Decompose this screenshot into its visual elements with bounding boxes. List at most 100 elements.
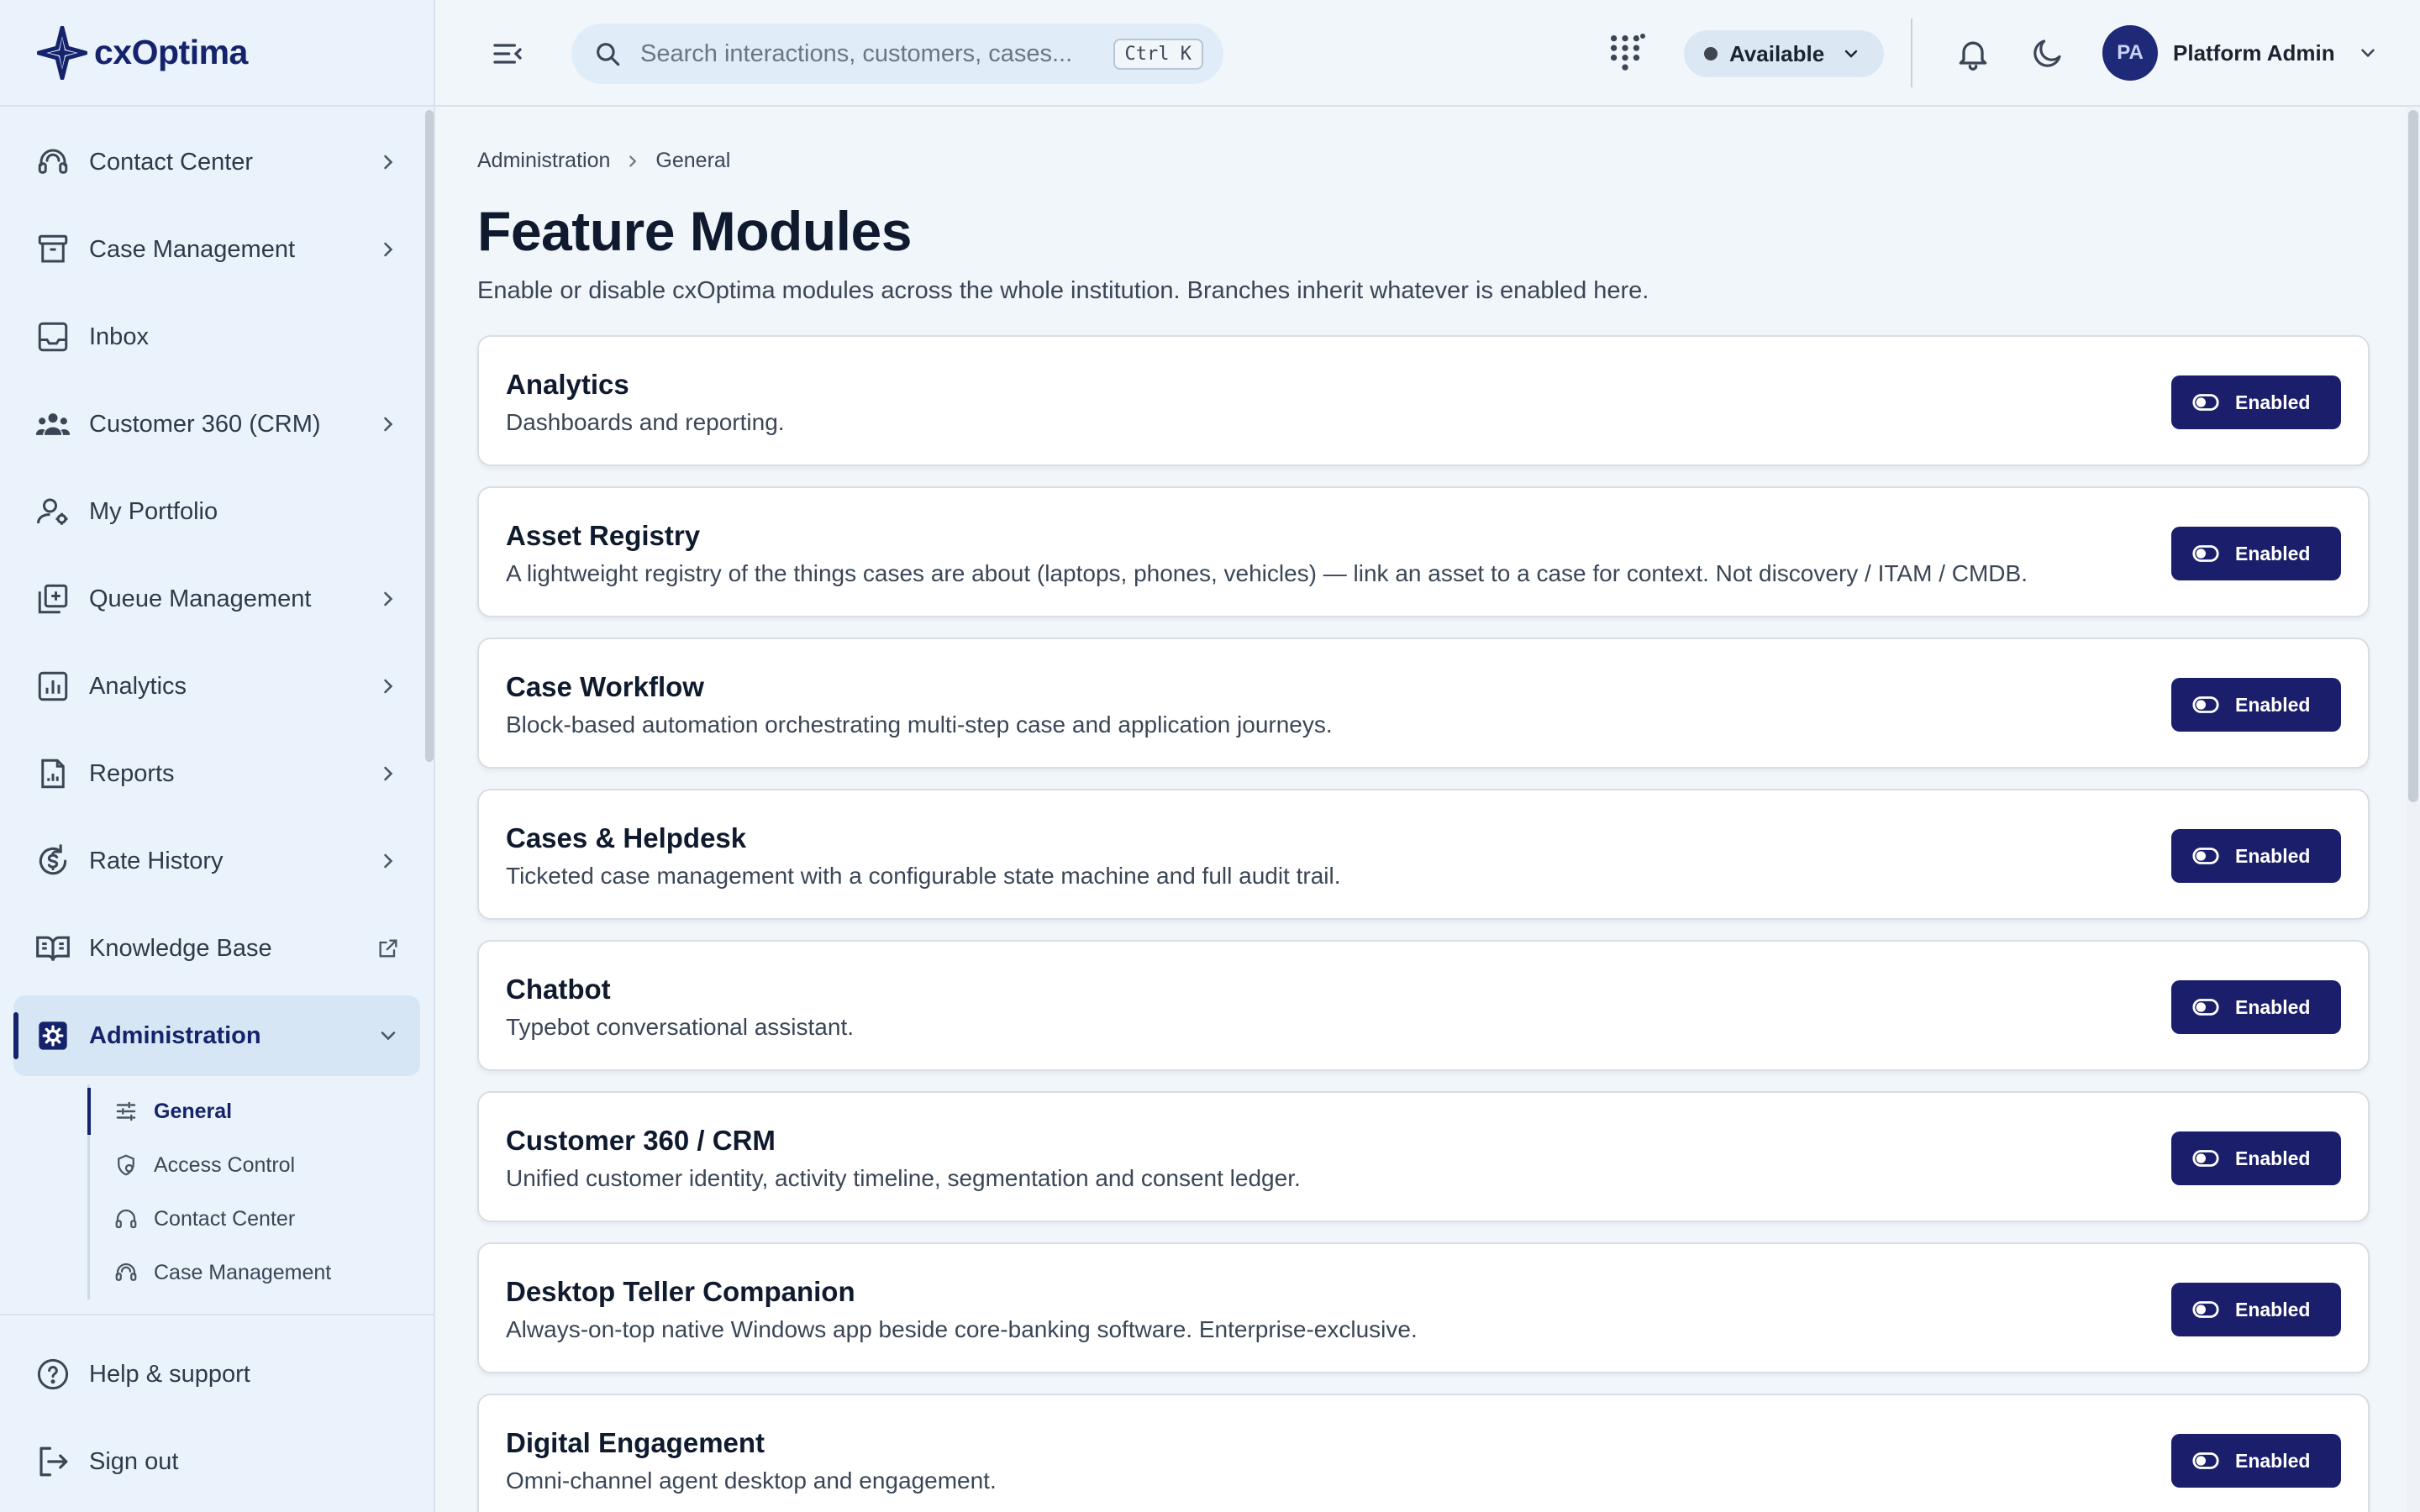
bar-chart-icon (34, 667, 72, 706)
users-group-icon (34, 405, 72, 444)
chevron-right-icon (376, 412, 400, 436)
user-name: Platform Admin (2173, 39, 2335, 66)
module-status: Enabled (2235, 844, 2311, 867)
module-status: Enabled (2235, 1147, 2311, 1169)
breadcrumb-item-administration[interactable]: Administration (477, 149, 610, 173)
subnav-item-access-control[interactable]: Access Control (90, 1138, 420, 1192)
global-search[interactable]: Ctrl K (571, 24, 1223, 84)
sidebar-item-reports[interactable]: Reports (13, 733, 420, 814)
module-status: Enabled (2235, 693, 2311, 716)
availability-status[interactable]: Available (1684, 30, 1884, 77)
module-description: Dashboards and reporting. (506, 409, 785, 435)
toolbar-divider (1911, 18, 1912, 87)
sidebar-item-analytics[interactable]: Analytics (13, 646, 420, 727)
dialpad-icon[interactable] (1608, 32, 1647, 71)
sidebar-item-customer-360[interactable]: Customer 360 (CRM) (13, 384, 420, 465)
page-title: Feature Modules (477, 200, 912, 262)
module-list: Analytics Dashboards and reporting. Enab… (477, 335, 2370, 1512)
sidebar-footer: Help & support Sign out (0, 1314, 434, 1512)
sidebar-item-label: My Portfolio (89, 497, 218, 525)
subnav-item-contact-center[interactable]: Contact Center (90, 1192, 420, 1246)
module-toggle-button[interactable]: Enabled (2171, 678, 2341, 732)
module-description: Unified customer identity, activity time… (506, 1165, 1301, 1191)
toggle-on-icon (2191, 690, 2220, 719)
sliders-icon (113, 1099, 139, 1124)
module-description: A lightweight registry of the things cas… (506, 560, 2028, 586)
sidebar-item-rate-history[interactable]: Rate History (13, 821, 420, 901)
sidebar-item-label: Analytics (89, 672, 187, 700)
notification-dot (1639, 32, 1647, 40)
sidebar: cxOptima Contact Center Case Management … (0, 0, 435, 1512)
module-card-case-workflow: Case Workflow Block-based automation orc… (477, 638, 2370, 769)
brand[interactable]: cxOptima (0, 0, 434, 107)
subnav-item-general[interactable]: General (87, 1084, 420, 1138)
sidebar-item-contact-center[interactable]: Contact Center (13, 122, 420, 202)
module-toggle-button[interactable]: Enabled (2171, 1283, 2341, 1336)
module-name: Desktop Teller Companion (506, 1276, 855, 1307)
chevron-right-icon (376, 150, 400, 174)
top-bar: Ctrl K Available PA Platform Admin (435, 0, 2420, 107)
subnav-item-case-management[interactable]: Case Management (90, 1246, 420, 1299)
notifications-bell-icon[interactable] (1954, 35, 1991, 72)
module-description: Block-based automation orchestrating mul… (506, 711, 1333, 738)
sidebar-scrollbar[interactable] (425, 107, 434, 1314)
avatar: PA (2102, 25, 2158, 81)
sidebar-item-label: Reports (89, 759, 175, 787)
module-card-desktop-teller: Desktop Teller Companion Always-on-top n… (477, 1242, 2370, 1373)
sidebar-item-label: Knowledge Base (89, 934, 272, 962)
collapse-menu-icon[interactable] (491, 37, 524, 71)
module-status: Enabled (2235, 391, 2311, 413)
sidebar-item-label: Sign out (89, 1447, 179, 1475)
toggle-on-icon (2191, 388, 2220, 417)
module-name: Digital Engagement (506, 1427, 765, 1458)
chevron-right-icon (376, 849, 400, 873)
sidebar-item-my-portfolio[interactable]: My Portfolio (13, 471, 420, 552)
module-name: Customer 360 / CRM (506, 1125, 776, 1156)
module-toggle-button[interactable]: Enabled (2171, 1434, 2341, 1488)
book-open-icon (34, 929, 72, 968)
module-toggle-button[interactable]: Enabled (2171, 829, 2341, 883)
main-scrollbar[interactable] (2407, 107, 2420, 1512)
module-description: Omni-channel agent desktop and engagemen… (506, 1467, 997, 1494)
subnav-item-label: Contact Center (154, 1206, 296, 1231)
module-name: Chatbot (506, 974, 611, 1005)
gear-icon (34, 1016, 72, 1055)
search-input[interactable] (640, 39, 1113, 68)
headset-icon (113, 1206, 139, 1231)
chevron-right-icon (376, 675, 400, 698)
sidebar-item-knowledge-base[interactable]: Knowledge Base (13, 908, 420, 989)
sidebar-item-label: Inbox (89, 323, 149, 350)
help-support-link[interactable]: Help & support (13, 1334, 420, 1415)
user-menu[interactable]: PA Platform Admin (2102, 25, 2379, 81)
sidebar-item-inbox[interactable]: Inbox (13, 297, 420, 377)
sidebar-item-label: Administration (89, 1021, 261, 1049)
report-document-icon (34, 754, 72, 793)
module-toggle-button[interactable]: Enabled (2171, 375, 2341, 429)
chevron-down-icon (2357, 42, 2379, 64)
currency-history-icon (34, 842, 72, 880)
toggle-on-icon (2191, 1446, 2220, 1475)
subnav-item-label: Case Management (154, 1260, 332, 1284)
module-toggle-button[interactable]: Enabled (2171, 1131, 2341, 1185)
status-dot (1704, 47, 1718, 60)
dark-mode-moon-icon[interactable] (2030, 35, 2065, 71)
toggle-on-icon (2191, 993, 2220, 1021)
sidebar-item-case-management[interactable]: Case Management (13, 209, 420, 290)
sign-out-link[interactable]: Sign out (13, 1421, 420, 1502)
sidebar-item-queue-management[interactable]: Queue Management (13, 559, 420, 639)
module-status: Enabled (2235, 1298, 2311, 1320)
sidebar-item-label: Help & support (89, 1360, 250, 1388)
chevron-down-icon (376, 1024, 400, 1047)
module-description: Typebot conversational assistant. (506, 1014, 855, 1040)
module-card-asset-registry: Asset Registry A lightweight registry of… (477, 486, 2370, 617)
module-toggle-button[interactable]: Enabled (2171, 980, 2341, 1034)
sidebar-item-administration[interactable]: Administration (13, 995, 420, 1076)
main-content: Administration General Feature Modules E… (435, 107, 2420, 1512)
toggle-on-icon (2191, 539, 2220, 568)
breadcrumb-item-general: General (655, 149, 731, 172)
search-icon (593, 39, 622, 68)
module-status: Enabled (2235, 995, 2311, 1018)
chevron-right-icon (376, 238, 400, 261)
module-toggle-button[interactable]: Enabled (2171, 527, 2341, 580)
subnav-item-label: Access Control (154, 1152, 296, 1177)
